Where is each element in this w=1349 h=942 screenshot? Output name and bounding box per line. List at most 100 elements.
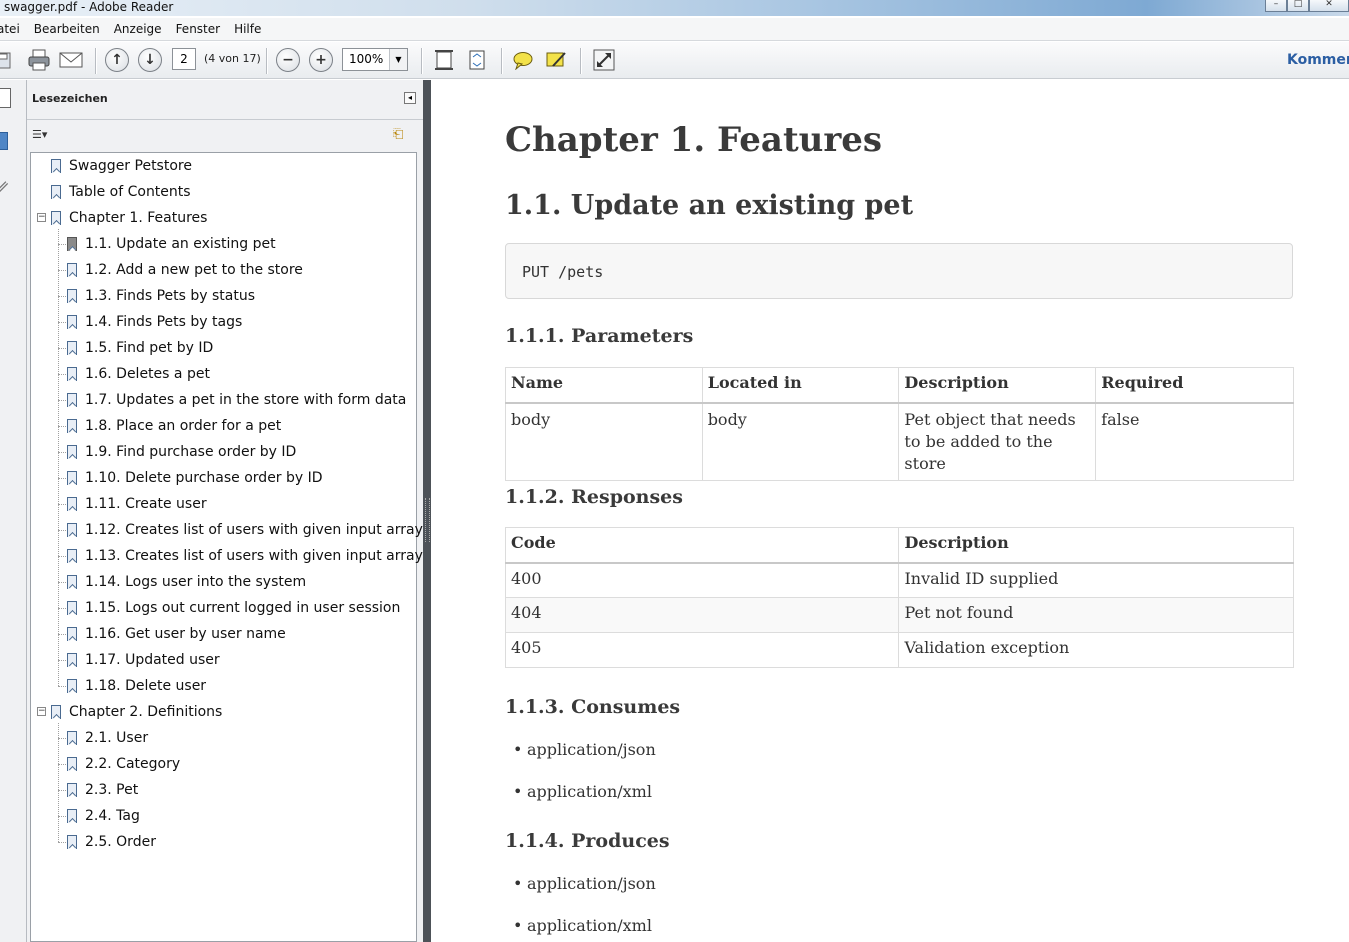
bookmark-item[interactable]: 1.11. Create user (67, 493, 207, 515)
bookmark-label: 1.7. Updates a pet in the store with for… (85, 392, 407, 408)
highlight-icon[interactable] (544, 48, 568, 72)
bookmark-item[interactable]: 1.3. Finds Pets by status (67, 285, 255, 307)
toolbar-separator (421, 48, 422, 74)
bookmark-label: 1.10. Delete purchase order by ID (85, 470, 323, 486)
table-cell: Validation exception (898, 632, 1294, 668)
parameters-table: Name Located in Description Required bod… (505, 367, 1294, 481)
bookmark-icon (67, 783, 77, 797)
maximize-icon[interactable]: □ (1287, 0, 1309, 12)
minimize-icon[interactable]: – (1265, 0, 1287, 12)
close-icon[interactable]: ✕ (1309, 0, 1349, 12)
zoom-out-button[interactable]: − (276, 48, 300, 72)
bookmark-item[interactable]: Chapter 2. Definitions (51, 701, 222, 723)
bookmark-item[interactable]: 1.5. Find pet by ID (67, 337, 213, 359)
chevron-down-icon[interactable]: ▼ (389, 49, 407, 70)
bookmark-item[interactable]: 1.13. Creates list of users with given i… (67, 545, 423, 567)
bookmark-item[interactable]: 1.7. Updates a pet in the store with for… (67, 389, 406, 411)
menu-edit[interactable]: Bearbeiten (27, 22, 107, 36)
bookmark-item[interactable]: 2.3. Pet (67, 779, 138, 801)
pane-splitter[interactable] (423, 80, 431, 942)
table-cell: 400 (504, 562, 900, 598)
collapse-toggle-icon[interactable]: − (37, 707, 46, 716)
email-icon[interactable] (58, 48, 84, 72)
bookmark-item[interactable]: Swagger Petstore (51, 155, 192, 177)
tree-connector (58, 738, 66, 739)
bookmark-label: Chapter 2. Definitions (69, 704, 223, 720)
bookmark-icon (67, 393, 77, 407)
bookmark-item[interactable]: 1.14. Logs user into the system (67, 571, 306, 593)
menu-window[interactable]: Fenster (169, 22, 228, 36)
bookmark-icon (67, 523, 77, 537)
previous-page-button[interactable]: ↑ (105, 48, 129, 72)
attachment-icon[interactable]: ∥ (0, 178, 12, 197)
fit-page-icon[interactable] (432, 48, 456, 72)
bookmark-item[interactable]: 1.9. Find purchase order by ID (67, 441, 296, 463)
bookmark-tree: Swagger Petstore Table of Contents Chapter… (30, 152, 423, 942)
save-icon[interactable] (0, 48, 12, 72)
bookmarks-icon[interactable] (0, 132, 8, 150)
bookmark-item[interactable]: 1.1. Update an existing pet (67, 233, 276, 255)
bookmark-icon (67, 289, 77, 303)
menu-help[interactable]: Hilfe (227, 22, 268, 36)
bookmarks-toolbar: ☰▾ ⎗ (27, 121, 423, 151)
bookmark-icon (67, 341, 77, 355)
zoom-in-button[interactable]: + (309, 48, 333, 72)
page-number-input[interactable]: 2 (172, 48, 196, 70)
bookmark-item[interactable]: 2.4. Tag (67, 805, 140, 827)
bookmark-item[interactable]: 1.17. Updated user (67, 649, 220, 671)
bookmark-icon (67, 627, 77, 641)
tree-connector (58, 723, 59, 842)
fullscreen-icon[interactable] (591, 48, 617, 72)
bookmark-icon (67, 653, 77, 667)
collapse-toggle-icon[interactable]: − (37, 213, 46, 222)
bookmark-icon (51, 185, 61, 199)
bookmark-item[interactable]: 1.2. Add a new pet to the store (67, 259, 303, 281)
document-view[interactable]: Chapter 1. Features 1.1. Update an exist… (431, 80, 1349, 942)
bookmark-item[interactable]: 1.4. Finds Pets by tags (67, 311, 242, 333)
collapse-pane-icon[interactable]: ◂ (404, 92, 416, 104)
bookmark-item[interactable]: 1.6. Deletes a pet (67, 363, 210, 385)
produces-list: application/json application/xml (511, 873, 656, 942)
table-header: Located in (701, 367, 900, 404)
comment-pane-button[interactable]: Kommen (1287, 52, 1349, 68)
list-item: application/xml (511, 915, 656, 942)
bookmark-label: 1.3. Finds Pets by status (85, 288, 256, 304)
bookmark-item[interactable]: Chapter 1. Features (51, 207, 207, 229)
bookmark-icon (67, 445, 77, 459)
options-menu-icon[interactable]: ☰▾ (32, 128, 58, 144)
bookmark-item[interactable]: 2.1. User (67, 727, 148, 749)
comment-icon[interactable] (511, 48, 535, 72)
new-bookmark-icon[interactable]: ⎗ (393, 127, 411, 145)
bookmark-item[interactable]: Table of Contents (51, 181, 191, 203)
bookmark-item[interactable]: 1.18. Delete user (67, 675, 206, 697)
tree-connector (58, 764, 66, 765)
print-icon[interactable] (26, 48, 52, 72)
menu-view[interactable]: Anzeige (107, 22, 169, 36)
bookmark-label: 2.5. Order (85, 834, 156, 850)
fit-width-icon[interactable] (465, 48, 489, 72)
bookmark-item[interactable]: 1.10. Delete purchase order by ID (67, 467, 323, 489)
bookmark-label: 1.18. Delete user (85, 678, 207, 694)
bookmark-icon (67, 263, 77, 277)
bookmark-label: 2.3. Pet (85, 782, 139, 798)
menu-file[interactable]: atei (0, 22, 27, 36)
window-titlebar: swagger.pdf - Adobe Reader – □ ✕ (0, 0, 1349, 16)
bookmark-item[interactable]: 1.12. Creates list of users with given i… (67, 519, 423, 541)
table-cell: body (701, 402, 900, 481)
bookmark-label: 1.12. Creates list of users with given i… (85, 522, 423, 538)
bookmark-item[interactable]: 2.5. Order (67, 831, 156, 853)
bookmark-item[interactable]: 2.2. Category (67, 753, 180, 775)
list-item: application/json (511, 739, 656, 781)
next-page-button[interactable]: ↓ (138, 48, 162, 72)
bookmark-item[interactable]: 1.15. Logs out current logged in user se… (67, 597, 400, 619)
tree-connector (58, 478, 66, 479)
table-row: body body Pet object that needs to be ad… (505, 402, 1294, 481)
parameters-heading: 1.1.1. Parameters (505, 325, 694, 347)
tree-connector (58, 270, 66, 271)
zoom-select[interactable]: 100% ▼ (342, 48, 408, 71)
pages-icon[interactable] (0, 88, 11, 108)
bookmark-item[interactable]: 1.8. Place an order for a pet (67, 415, 281, 437)
table-cell: Pet object that needs to be added to the… (898, 402, 1097, 481)
bookmark-item[interactable]: 1.16. Get user by user name (67, 623, 286, 645)
tree-connector (58, 608, 66, 609)
